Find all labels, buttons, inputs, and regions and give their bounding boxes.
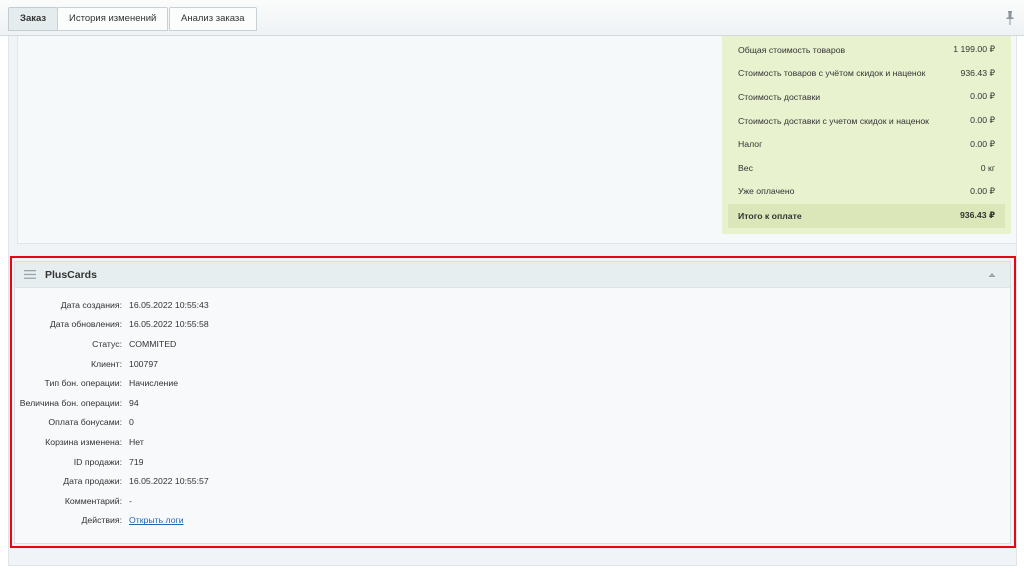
totals-label: Уже оплачено (738, 186, 795, 197)
totals-row: Вес 0 кг (728, 156, 1005, 180)
totals-label: Стоимость доставки (738, 91, 821, 102)
totals-label: Вес (738, 162, 753, 173)
totals-label: Стоимость товаров с учётом скидок и наце… (738, 68, 926, 79)
grand-total-label: Итого к оплате (738, 210, 802, 221)
totals-value: 0 кг (980, 162, 995, 173)
totals-label: Стоимость доставки с учетом скидок и нац… (738, 115, 929, 126)
order-totals: Общая стоимость товаров 1 199.00 ₽ Стоим… (722, 36, 1011, 234)
totals-row: Общая стоимость товаров 1 199.00 ₽ (728, 38, 1005, 62)
totals-row: Стоимость товаров с учётом скидок и наце… (728, 62, 1005, 86)
grand-total-row: Итого к оплате 936.43 ₽ (728, 204, 1005, 228)
highlight-frame (10, 256, 1016, 548)
tab-bar: Заказ История изменений Анализ заказа (0, 0, 1024, 36)
totals-value: 936.43 ₽ (960, 67, 995, 78)
tab-history[interactable]: История изменений (57, 7, 169, 31)
totals-value: 0.00 ₽ (970, 115, 995, 126)
pin-icon[interactable] (1006, 11, 1014, 25)
totals-value: 0.00 ₽ (970, 91, 995, 102)
tab-order[interactable]: Заказ (8, 7, 59, 31)
totals-value: 0.00 ₽ (970, 185, 995, 196)
totals-label: Общая стоимость товаров (738, 44, 846, 55)
totals-row: Стоимость доставки с учетом скидок и нац… (728, 109, 1005, 133)
tab-order-analysis[interactable]: Анализ заказа (169, 7, 257, 31)
totals-value: 1 199.00 ₽ (953, 44, 995, 55)
totals-row: Налог 0.00 ₽ (728, 132, 1005, 156)
totals-row: Стоимость доставки 0.00 ₽ (728, 85, 1005, 109)
totals-value: 0.00 ₽ (970, 138, 995, 149)
grand-total-value: 936.43 ₽ (959, 210, 995, 221)
totals-row: Уже оплачено 0.00 ₽ (728, 180, 1005, 204)
order-summary-panel: Общая стоимость товаров 1 199.00 ₽ Стоим… (17, 36, 1017, 244)
totals-label: Налог (738, 139, 763, 150)
